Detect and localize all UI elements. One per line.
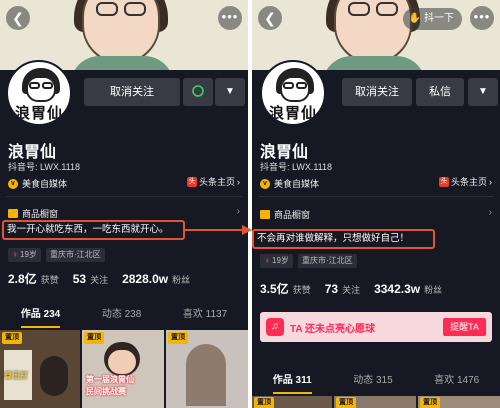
unfollow-button[interactable]: 取消关注 [342, 78, 412, 106]
content-tabs: 作品 311 动态 315 喜欢 1476 [252, 370, 500, 394]
following-count[interactable]: 73 [325, 282, 338, 296]
douyin-id: 抖音号: LWX.1118 [8, 162, 81, 172]
likes-count: 3.5亿 [260, 282, 289, 296]
more-button[interactable]: ••• [470, 6, 494, 30]
location-chip: 重庆市·江北区 [46, 248, 105, 262]
content-tabs: 作品 234 动态 238 喜欢 1137 [0, 304, 248, 328]
wish-ball-text: TA 还未点亮心愿球 [290, 323, 375, 335]
back-button[interactable]: ❮ [258, 6, 282, 30]
triangle-down-icon: ▼ [225, 86, 235, 97]
dropdown-button[interactable]: ▼ [215, 78, 245, 106]
chat-bubble-icon [192, 85, 204, 98]
video-thumbnail[interactable]: 置顶 [252, 396, 332, 408]
followers-count[interactable]: 3342.3w [374, 282, 420, 296]
tab-works[interactable]: 作品 311 [272, 370, 312, 394]
back-button[interactable]: ❮ [6, 6, 30, 30]
shop-window-link[interactable]: 商品橱窗 [8, 207, 58, 220]
bio-text-highlighted: 不会再对谁做解释，只想做好自己！ [252, 229, 435, 249]
toutiao-homepage-link[interactable]: 头 头条主页 › [186, 175, 240, 188]
following-count[interactable]: 53 [73, 272, 86, 286]
age-chip: ♀ 19岁 [260, 254, 293, 268]
triangle-down-icon: ▼ [478, 86, 488, 97]
profile-panel-after: ❮ ✋ 抖一下 ••• 浪胃仙 取消关注 私信 ▼ 浪胃仙 抖音号: LWX.1… [252, 0, 500, 408]
tab-works[interactable]: 作品 234 [20, 304, 61, 328]
video-thumbnail[interactable]: 置顶 冒王打 [0, 330, 80, 408]
unfollow-button[interactable]: 取消关注 [84, 78, 180, 106]
chevron-right-icon: › [237, 176, 240, 187]
pinned-badge: 置顶 [336, 397, 356, 408]
chevron-right-icon: › [489, 176, 492, 187]
thumbnail-caption: 冒王打 [4, 371, 28, 380]
divider [6, 196, 242, 197]
profile-name: 浪胃仙 [260, 144, 309, 161]
avatar-logo-text: 浪胃仙 [268, 105, 317, 122]
pinned-badge: 置顶 [2, 332, 22, 344]
message-button[interactable]: 私信 [416, 78, 464, 106]
chevron-right-icon: › [236, 206, 240, 217]
age-chip: ♀ 19岁 [8, 248, 41, 262]
douyin-logo-icon: ♫ [266, 318, 284, 336]
video-thumbnail[interactable]: 置顶 [166, 330, 248, 408]
shop-icon [260, 210, 270, 219]
stats-row: 2.8亿 获赞 53 关注 2828.0w 粉丝 [8, 272, 191, 286]
tab-activity[interactable]: 动态 315 [353, 370, 392, 392]
shop-icon [8, 209, 18, 218]
avatar-logo-text: 浪胃仙 [14, 105, 63, 122]
more-button[interactable]: ••• [218, 6, 242, 30]
toutiao-icon: 头 [186, 176, 197, 187]
verified-icon: v [8, 178, 18, 189]
tab-likes[interactable]: 喜欢 1476 [434, 370, 479, 392]
video-thumbnail[interactable]: 置顶 第一届浪胃仙 民间挑战赛 [82, 330, 164, 408]
followers-count[interactable]: 2828.0w [122, 272, 168, 286]
avatar[interactable]: 浪胃仙 [260, 60, 326, 126]
thumbnail-caption: 第一届浪胃仙 [86, 375, 134, 384]
likes-count: 2.8亿 [8, 272, 37, 286]
remind-button[interactable]: 提醒TA [443, 318, 486, 336]
arrow-right-icon [184, 225, 252, 235]
verified-tag: v 美食自媒体 [8, 177, 67, 190]
thumbnail-caption: 民间挑战赛 [86, 387, 126, 396]
chevron-right-icon: › [488, 207, 492, 218]
bio-text-highlighted: 我一开心就吃东西，一吃东西就开心。 [2, 220, 185, 240]
profile-panel-before: ❮ ••• 浪胃仙 取消关注 ▼ 浪胃仙 抖音号: LWX.1118 v 美食自… [0, 0, 248, 408]
location-chip: 重庆市·江北区 [298, 254, 357, 268]
avatar[interactable]: 浪胃仙 [6, 60, 72, 126]
profile-name: 浪胃仙 [8, 144, 57, 161]
video-thumbnail[interactable]: 置顶 [418, 396, 500, 408]
verified-icon: v [260, 178, 270, 189]
female-icon: ♀ [264, 256, 270, 265]
wish-ball-banner[interactable]: ♫ TA 还未点亮心愿球 提醒TA [260, 312, 492, 342]
pinned-badge: 置顶 [420, 397, 440, 408]
toutiao-homepage-link[interactable]: 头 头条主页 › [438, 175, 492, 188]
douyin-id: 抖音号: LWX.1118 [260, 162, 333, 172]
shop-window-link[interactable]: 商品橱窗 [260, 208, 310, 221]
verified-tag: v 美食自媒体 [260, 177, 319, 190]
chat-button[interactable] [183, 78, 213, 106]
tab-activity[interactable]: 动态 238 [102, 304, 141, 326]
divider [258, 196, 494, 197]
dropdown-button[interactable]: ▼ [468, 78, 498, 106]
pinned-badge: 置顶 [168, 332, 188, 344]
pinned-badge: 置顶 [254, 397, 274, 408]
toutiao-icon: 头 [438, 176, 449, 187]
stats-row: 3.5亿 获赞 73 关注 3342.3w 粉丝 [260, 282, 443, 296]
female-icon: ♀ [12, 250, 18, 259]
tab-likes[interactable]: 喜欢 1137 [183, 304, 227, 326]
video-thumbnail[interactable]: 置顶 [334, 396, 416, 408]
hand-icon: ✋ [408, 13, 421, 24]
poke-button[interactable]: ✋ 抖一下 [402, 8, 462, 30]
pinned-badge: 置顶 [84, 332, 104, 344]
